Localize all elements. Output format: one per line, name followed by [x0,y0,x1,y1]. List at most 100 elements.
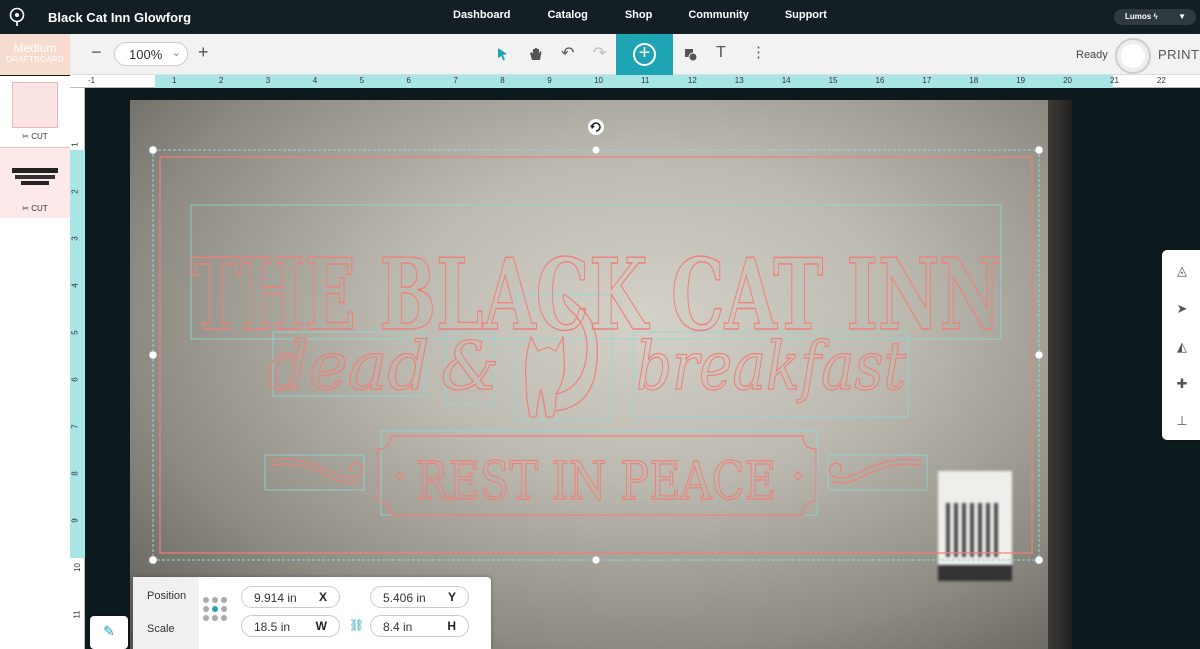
ruler-tick-label: 6 [70,377,80,382]
horizontal-ruler: -1 1 2 3 4 5 6 7 8 9 10 11 12 13 14 15 16 17 18 19 20 21 22 [70,75,1200,88]
design-artwork[interactable]: THE BLACK CAT INN dead & breakfast REST … [86,89,1200,649]
ruler-tick-label: 7 [70,424,80,429]
ruler-tick-label: 2 [218,76,224,85]
x-position-field[interactable]: 9.914 in X [241,586,340,608]
nav-shop[interactable]: Shop [625,9,653,21]
caret-down-icon: ▼ [1178,12,1186,21]
operation-label: CUT [31,204,48,213]
undo-icon[interactable]: ↶ [561,43,574,63]
nav-support[interactable]: Support [785,9,827,21]
ruler-tick-label: 5 [359,76,365,85]
scale-label: Scale [147,623,175,635]
chevron-down-icon: ⌄ [171,47,181,59]
ruler-tick-label: 18 [969,76,979,85]
nav-dashboard[interactable]: Dashboard [453,9,510,21]
redo-icon[interactable]: ↷ [593,43,606,63]
ruler-tick-label: 17 [922,76,932,85]
ruler-tick-label: 8 [500,76,505,85]
ruler-tick-label: 13 [734,76,744,85]
script-word-right: breakfast [636,328,906,405]
ruler-tick-label: 20 [1063,76,1072,85]
main-nav: Dashboard Catalog Shop Community Support [453,9,827,21]
operation-label: CUT [31,132,48,141]
text-icon[interactable]: T [716,44,726,62]
ruler-tick-label: 16 [875,76,885,85]
puzzle-icon[interactable]: ✚ [1174,376,1190,392]
add-artwork-button[interactable]: + [616,34,673,75]
flourish-left [270,458,364,484]
height-field[interactable]: 8.4 in H [370,615,469,637]
trace-icon[interactable]: ◬ [1174,263,1190,279]
ruler-tick-label: 1 [70,142,80,147]
thumbnail [11,166,59,188]
width-field[interactable]: 18.5 in W [241,615,340,637]
bed-canvas[interactable]: THE BLACK CAT INN dead & breakfast REST … [86,89,1200,649]
side-toolbar: ◬ ➤ ◭ ✚ ⊥ [1162,250,1200,440]
ruler-tick-label: 5 [70,330,80,335]
lightning-icon: ϟ [1153,12,1158,21]
design-title[interactable]: Black Cat Inn Glowforg [48,10,191,25]
script-ampersand: & [441,328,500,405]
cut-icon: ✂ [22,204,29,213]
print-label[interactable]: PRINT [1158,47,1200,62]
flourish-right [828,458,922,484]
print-button[interactable] [1115,38,1151,74]
ruler-tick-label: -1 [88,76,96,85]
ruler-tick-label: 12 [687,76,697,85]
add-circle-icon: + [633,43,656,66]
shapes-icon[interactable] [684,48,697,61]
user-menu-label: Lumos [1125,12,1152,21]
h-axis-label: H [447,619,456,633]
script-word-left: dead [267,328,430,405]
ruler-icon: ✎ [103,623,115,639]
hand-icon[interactable] [529,47,542,61]
toolbar: Medium DRAFTBOARD − 100% ⌄ + ↶ ↷ + T ⋮ R… [0,34,1200,75]
zoom-out-button[interactable]: − [91,42,102,63]
ruler-tick-label: 15 [828,76,838,85]
rotate-handle-icon[interactable] [588,119,604,135]
ruler-tick-label: 22 [1156,76,1166,85]
h-value: 8.4 in [383,620,413,634]
ruler-tick-label: 7 [453,76,458,85]
ruler-tick-label: 11 [641,76,650,85]
more-icon[interactable]: ⋮ [751,43,766,61]
pointer-icon[interactable] [497,47,509,61]
y-axis-label: Y [447,590,456,604]
top-navigation-bar: Black Cat Inn Glowforg Dashboard Catalog… [0,0,1200,34]
zoom-in-button[interactable]: + [198,42,209,63]
zoom-value: 100% [129,47,163,62]
ruler-tick-label: 2 [70,189,80,194]
align-icon[interactable]: ◭ [1174,339,1190,355]
ruler-tick-label: 9 [547,76,552,85]
ruler-tick-label: 11 [72,610,82,619]
w-axis-label: W [315,619,327,633]
w-value: 18.5 in [254,620,291,634]
nav-community[interactable]: Community [688,9,749,21]
ruler-tick-label: 1 [172,76,177,85]
ruler-highlight [70,150,85,558]
anchor-point-selector[interactable] [203,597,233,627]
nav-catalog[interactable]: Catalog [547,9,587,21]
ruler-toggle-button[interactable]: ✎ [90,616,128,649]
link-icon[interactable]: ⛓ [349,618,364,632]
vertical-ruler: 1 2 3 4 5 6 7 8 9 10 11 [70,88,85,649]
user-menu[interactable]: Lumos ϟ ▼ [1114,9,1196,25]
position-panel: Position Scale 9.914 in X 5.406 in Y 18.… [133,577,491,649]
ruler-tick-label: 10 [594,76,603,85]
ruler-tick-label: 14 [781,76,791,85]
send-icon[interactable]: ➤ [1174,301,1190,317]
glowforge-logo-icon[interactable] [8,7,26,27]
stamp-icon[interactable]: ⊥ [1174,413,1190,429]
material-selector[interactable]: Medium DRAFTBOARD [0,34,70,75]
y-position-field[interactable]: 5.406 in Y [370,586,469,608]
zoom-select[interactable]: 100% ⌄ [114,42,188,66]
material-name: Medium [13,41,57,55]
artwork-thumb-1[interactable]: ✂ CUT [0,76,70,147]
ruler-tick-label: 4 [70,283,80,288]
artwork-thumb-2[interactable]: ✂ CUT [0,147,70,218]
status-text: Ready [1076,49,1108,61]
ruler-tick-label: 4 [312,76,318,85]
ruler-tick-label: 21 [1110,76,1119,85]
ruler-tick-label: 3 [265,76,271,85]
cut-icon: ✂ [22,132,29,141]
